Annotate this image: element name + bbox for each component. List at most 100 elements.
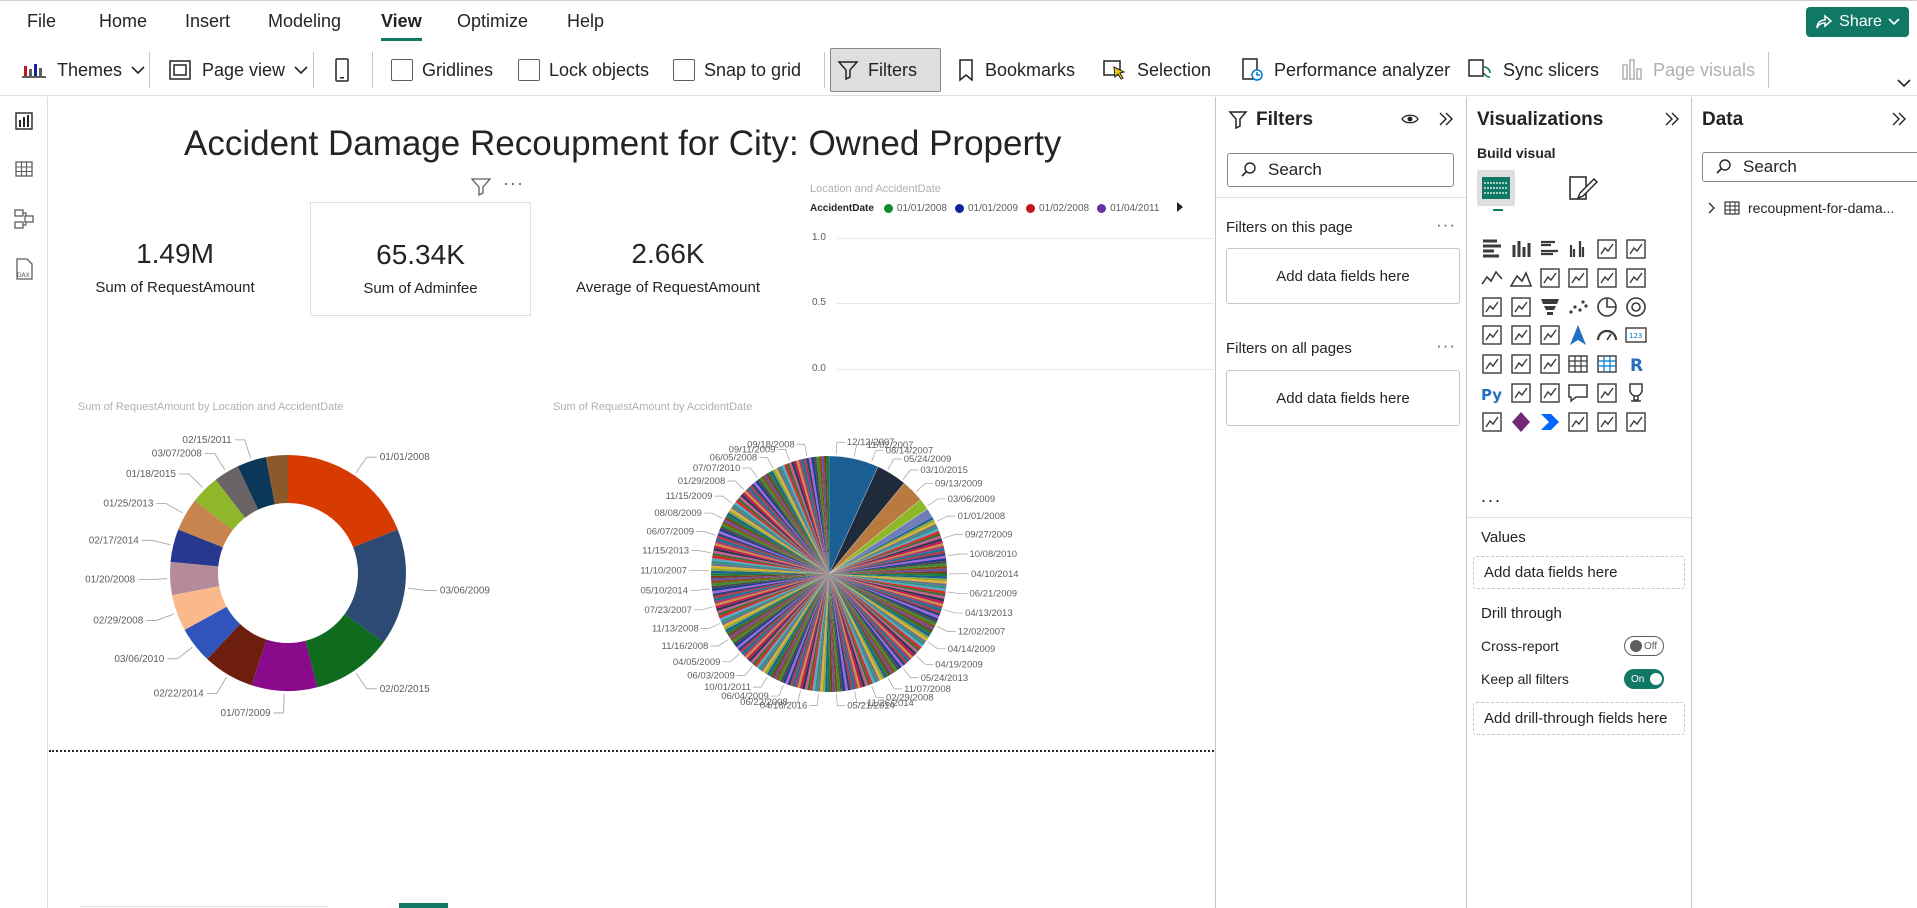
visual-gauge-icon[interactable]: [1592, 320, 1622, 350]
line-chart-visual[interactable]: Location and AccidentDate AccidentDate 0…: [789, 183, 1214, 383]
visual-custom-visual-2-icon[interactable]: [1592, 407, 1622, 437]
filters-page-drop-well[interactable]: Add data fields here: [1226, 248, 1460, 304]
cross-report-toggle[interactable]: Off: [1624, 636, 1664, 656]
sync-slicers-button[interactable]: Sync slicers: [1460, 48, 1605, 92]
visual-qa-icon[interactable]: [1563, 378, 1593, 408]
visual-line-clustered-column-icon[interactable]: [1621, 263, 1651, 293]
themes-button[interactable]: Themes: [14, 48, 151, 92]
visual-kpi-icon[interactable]: [1506, 349, 1536, 379]
visual-filled-map-icon[interactable]: [1535, 320, 1565, 350]
bookmarks-button[interactable]: Bookmarks: [950, 48, 1081, 92]
keep-all-filters-toggle[interactable]: On: [1624, 669, 1664, 689]
build-visual-tab[interactable]: [1477, 170, 1515, 206]
ribbon-collapse-icon[interactable]: [1897, 79, 1911, 88]
visual-donut-icon[interactable]: [1621, 292, 1651, 322]
dax-query-view-icon[interactable]: DAX: [12, 257, 36, 281]
filters-all-pages-drop-well[interactable]: Add data fields here: [1226, 370, 1460, 426]
menu-modeling[interactable]: Modeling: [268, 11, 341, 32]
kpi-card-requestamount[interactable]: 1.49M Sum of RequestAmount: [69, 204, 281, 314]
menu-help[interactable]: Help: [567, 11, 604, 32]
visual-matrix-icon[interactable]: [1592, 349, 1622, 379]
visual-100-stacked-bar-icon[interactable]: [1592, 234, 1622, 264]
visual-goals-icon[interactable]: [1621, 378, 1651, 408]
visual-decomposition-tree-icon[interactable]: [1535, 378, 1565, 408]
collapse-pane-icon[interactable]: [1891, 111, 1907, 127]
visual-card-icon[interactable]: 123: [1621, 320, 1651, 350]
donut-chart[interactable]: 01/01/2008 03/06/2009 02/02/2015 01/07/2009…: [49, 427, 519, 727]
visual-multi-row-card-icon[interactable]: [1477, 349, 1507, 379]
page-view-button[interactable]: Page view: [161, 48, 314, 92]
visual-custom-visual-1-icon[interactable]: [1563, 407, 1593, 437]
visual-scatter-icon[interactable]: [1563, 292, 1593, 322]
kpi-card-adminfee[interactable]: 65.34K Sum of Adminfee: [310, 202, 531, 316]
visual-smart-narrative-icon[interactable]: [1592, 378, 1622, 408]
visual-filter-icon[interactable]: [470, 177, 492, 197]
chevron-right-icon[interactable]: [1708, 202, 1716, 214]
eye-icon[interactable]: [1401, 112, 1419, 126]
data-table-item[interactable]: recoupment-for-dama...: [1708, 200, 1894, 216]
visual-line-stacked-column-icon[interactable]: [1592, 263, 1622, 293]
gridlines-toggle[interactable]: Gridlines: [385, 48, 499, 92]
filters-search-input[interactable]: Search: [1227, 153, 1454, 187]
page-visuals-button[interactable]: Page visuals: [1614, 48, 1761, 92]
visual-paginated-report-icon[interactable]: [1477, 407, 1507, 437]
page-tab-active[interactable]: [399, 903, 448, 908]
legend-next-arrow-icon[interactable]: [1175, 201, 1185, 213]
visual-waterfall-icon[interactable]: [1506, 292, 1536, 322]
visual-stacked-bar-icon[interactable]: [1477, 234, 1507, 264]
visual-funnel-icon[interactable]: [1535, 292, 1565, 322]
visual-stacked-area-icon[interactable]: [1535, 263, 1565, 293]
drill-through-drop-well[interactable]: Add drill-through fields here: [1473, 702, 1685, 735]
donut-slice[interactable]: [288, 455, 398, 548]
menu-home[interactable]: Home: [99, 11, 147, 32]
visual-100-stacked-column-icon[interactable]: [1621, 234, 1651, 264]
visual-clustered-column-icon[interactable]: [1563, 234, 1593, 264]
visual-power-automate-icon[interactable]: [1535, 407, 1565, 437]
visual-line-icon[interactable]: [1477, 263, 1507, 293]
menu-view[interactable]: View: [381, 11, 422, 41]
model-view-icon[interactable]: [12, 207, 36, 231]
lock-objects-checkbox[interactable]: [518, 59, 540, 81]
report-canvas[interactable]: Accident Damage Recoupment for City: Own…: [49, 97, 1215, 908]
visual-ribbon-icon[interactable]: [1477, 292, 1507, 322]
filters-button[interactable]: Filters: [830, 48, 941, 92]
snap-to-grid-checkbox[interactable]: [673, 59, 695, 81]
collapse-pane-icon[interactable]: [1438, 111, 1454, 127]
visual-azure-map-icon[interactable]: [1563, 320, 1593, 350]
page-tab[interactable]: [79, 906, 329, 907]
mobile-layout-button[interactable]: [327, 48, 357, 92]
kpi-card-average-requestamount[interactable]: 2.66K Average of RequestAmount: [553, 204, 783, 314]
visual-table-icon[interactable]: [1563, 349, 1593, 379]
visual-100-stacked-area-icon[interactable]: [1563, 263, 1593, 293]
collapse-pane-icon[interactable]: [1664, 111, 1680, 127]
visual-r-script-icon[interactable]: R: [1621, 349, 1651, 379]
visual-slicer-icon[interactable]: [1535, 349, 1565, 379]
menu-insert[interactable]: Insert: [185, 11, 230, 32]
visual-python-icon[interactable]: Py: [1477, 378, 1507, 408]
visual-pie-icon[interactable]: [1592, 292, 1622, 322]
performance-analyzer-button[interactable]: Performance analyzer: [1233, 48, 1456, 92]
visual-more-options[interactable]: ···: [503, 173, 524, 194]
report-title[interactable]: Accident Damage Recoupment for City: Own…: [184, 124, 1061, 164]
visual-clustered-bar-icon[interactable]: [1535, 234, 1565, 264]
menu-file[interactable]: File: [27, 11, 56, 32]
visual-custom-visual-3-icon[interactable]: [1621, 407, 1651, 437]
share-button[interactable]: Share: [1806, 7, 1909, 37]
visual-key-influencers-icon[interactable]: [1506, 378, 1536, 408]
values-drop-well[interactable]: Add data fields here: [1473, 556, 1685, 589]
gridlines-checkbox[interactable]: [391, 59, 413, 81]
more-options-icon[interactable]: ···: [1436, 336, 1456, 356]
pie-chart[interactable]: 12/12/200711/02/200708/14/200705/24/2009…: [529, 427, 1049, 727]
visual-power-apps-icon[interactable]: [1506, 407, 1536, 437]
lock-objects-toggle[interactable]: Lock objects: [512, 48, 655, 92]
report-view-icon[interactable]: [12, 109, 36, 133]
visual-treemap-icon[interactable]: [1477, 320, 1507, 350]
more-visuals-button[interactable]: ...: [1481, 486, 1502, 507]
selection-button[interactable]: Selection: [1096, 48, 1217, 92]
visual-map-icon[interactable]: [1506, 320, 1536, 350]
snap-to-grid-toggle[interactable]: Snap to grid: [667, 48, 807, 92]
format-visual-tab[interactable]: [1563, 170, 1601, 206]
data-search-input[interactable]: Search: [1702, 152, 1917, 182]
more-options-icon[interactable]: ···: [1436, 215, 1456, 235]
table-view-icon[interactable]: [12, 157, 36, 181]
